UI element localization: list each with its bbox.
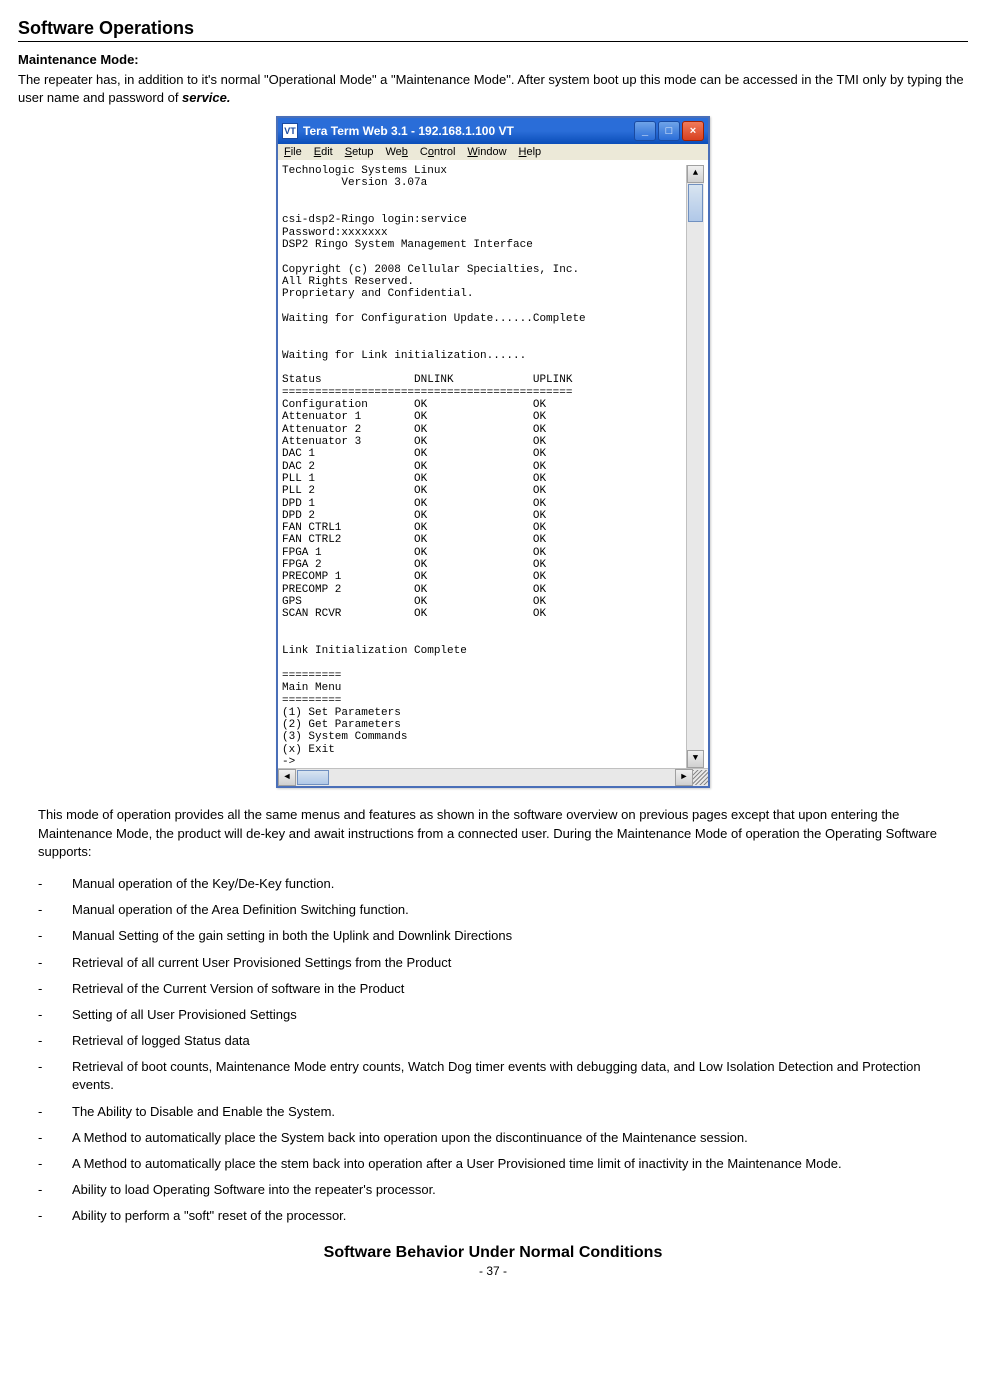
- resize-grip[interactable]: [693, 770, 708, 785]
- list-item: A Method to automatically place the Syst…: [38, 1125, 948, 1151]
- menu-file[interactable]: FFileile: [284, 146, 302, 158]
- paragraph-2: This mode of operation provides all the …: [38, 806, 948, 861]
- horizontal-scrollbar[interactable]: ◄ ►: [278, 768, 708, 786]
- menu-bar: FFileile Edit Setup Web Control Window H…: [278, 144, 708, 160]
- terminal-output[interactable]: Technologic Systems Linux Version 3.07a …: [282, 165, 686, 768]
- list-item: Retrieval of logged Status data: [38, 1028, 948, 1054]
- list-item: Retrieval of boot counts, Maintenance Mo…: [38, 1054, 948, 1098]
- minimize-button[interactable]: _: [634, 121, 656, 141]
- intro-text: The repeater has, in addition to it's no…: [18, 72, 964, 105]
- menu-window[interactable]: Window: [467, 146, 506, 158]
- app-icon: VT: [282, 123, 298, 139]
- page-title: Software Operations: [18, 18, 968, 39]
- scroll-right-arrow[interactable]: ►: [675, 769, 693, 786]
- window-buttons: _ □ ×: [634, 121, 704, 141]
- scroll-left-arrow[interactable]: ◄: [278, 769, 296, 786]
- list-item: Manual operation of the Area Definition …: [38, 897, 948, 923]
- scroll-up-arrow[interactable]: ▲: [687, 165, 704, 183]
- scroll-thumb[interactable]: [688, 184, 703, 222]
- menu-edit[interactable]: Edit: [314, 146, 333, 158]
- feature-list: Manual operation of the Key/De-Key funct…: [38, 871, 948, 1230]
- scroll-down-arrow[interactable]: ▼: [687, 750, 704, 768]
- intro-paragraph: The repeater has, in addition to it's no…: [18, 71, 968, 106]
- divider: [18, 41, 968, 42]
- menu-setup[interactable]: Setup: [345, 146, 374, 158]
- list-item: The Ability to Disable and Enable the Sy…: [38, 1099, 948, 1125]
- list-item: Ability to perform a "soft" reset of the…: [38, 1203, 948, 1229]
- menu-web[interactable]: Web: [385, 146, 407, 158]
- list-item: Setting of all User Provisioned Settings: [38, 1002, 948, 1028]
- list-item: Manual Setting of the gain setting in bo…: [38, 923, 948, 949]
- footer-heading: Software Behavior Under Normal Condition…: [18, 1244, 968, 1262]
- list-item: A Method to automatically place the stem…: [38, 1151, 948, 1177]
- terminal-area: Technologic Systems Linux Version 3.07a …: [278, 160, 708, 768]
- list-item: Ability to load Operating Software into …: [38, 1177, 948, 1203]
- intro-bold: service.: [182, 90, 230, 105]
- menu-control[interactable]: Control: [420, 146, 455, 158]
- menu-help[interactable]: Help: [519, 146, 542, 158]
- terminal-window: VT Tera Term Web 3.1 - 192.168.1.100 VT …: [276, 116, 710, 788]
- scroll-track[interactable]: [687, 223, 704, 750]
- maximize-button[interactable]: □: [658, 121, 680, 141]
- window-title: Tera Term Web 3.1 - 192.168.1.100 VT: [303, 124, 634, 138]
- list-item: Retrieval of all current User Provisione…: [38, 950, 948, 976]
- window-titlebar[interactable]: VT Tera Term Web 3.1 - 192.168.1.100 VT …: [278, 118, 708, 144]
- close-button[interactable]: ×: [682, 121, 704, 141]
- list-item: Retrieval of the Current Version of soft…: [38, 976, 948, 1002]
- vertical-scrollbar[interactable]: ▲ ▼: [686, 165, 704, 768]
- list-item: Manual operation of the Key/De-Key funct…: [38, 871, 948, 897]
- h-scroll-thumb[interactable]: [297, 770, 329, 785]
- page-number: - 37 -: [18, 1264, 968, 1278]
- section-subhead: Maintenance Mode:: [18, 52, 968, 67]
